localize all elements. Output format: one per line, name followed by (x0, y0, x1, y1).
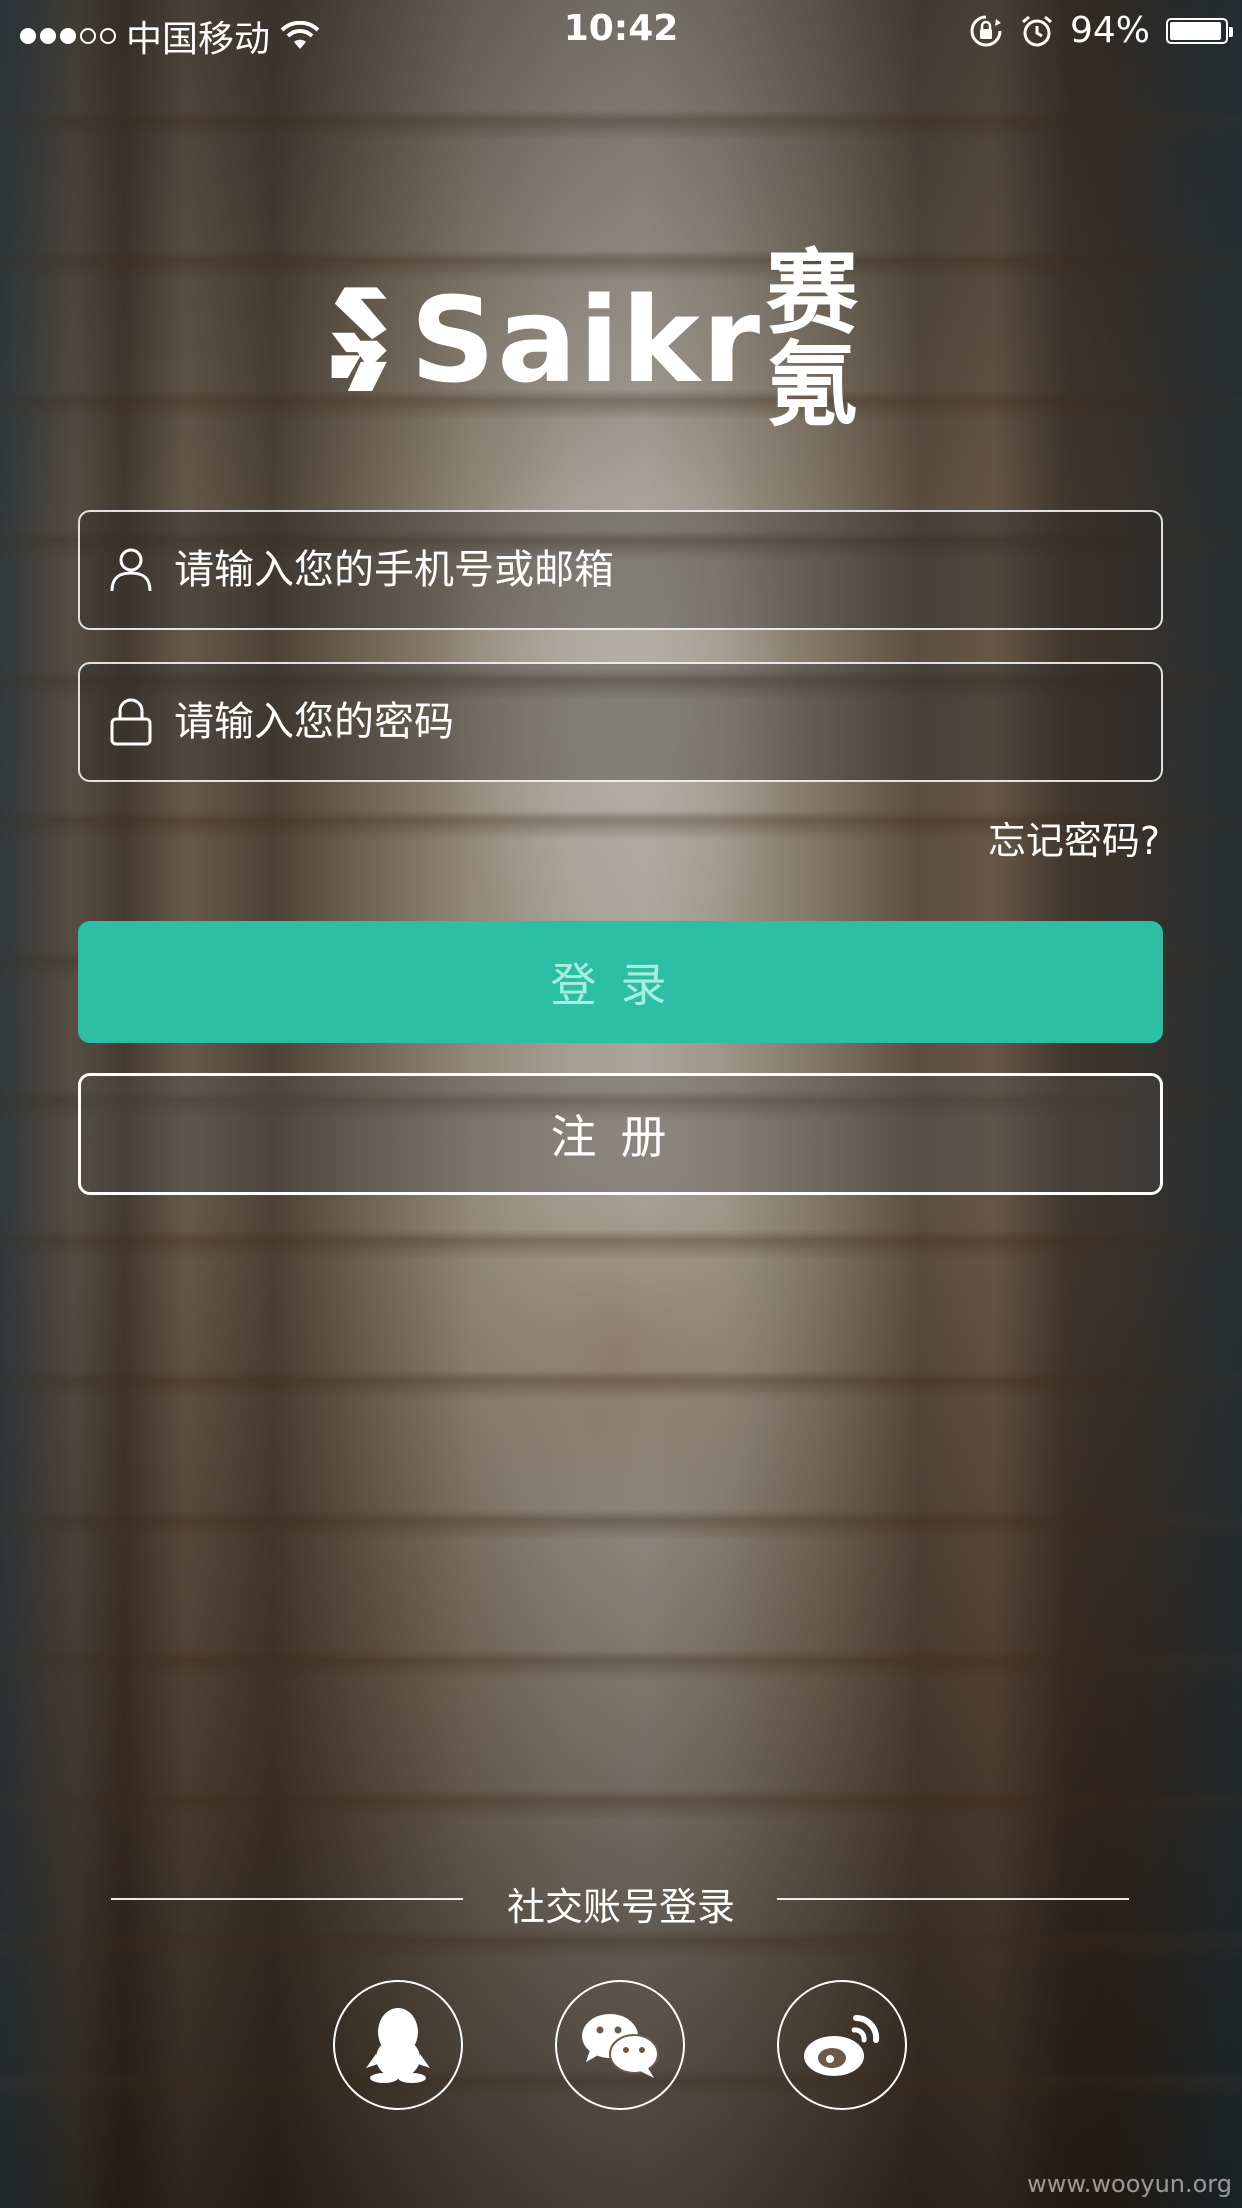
social-login-header: 社交账号登录 (0, 1870, 1242, 1930)
forgot-password-link[interactable]: 忘记密码? (988, 810, 1160, 865)
brand-logo: Saikr 赛氪 (330, 247, 915, 431)
qq-login-button[interactable] (333, 1980, 463, 2110)
password-field[interactable] (78, 662, 1163, 782)
brand-name-cn: 赛氪 (766, 239, 859, 439)
lock-icon (110, 698, 152, 746)
account-field[interactable] (78, 510, 1163, 630)
watermark-text: www.wooyun.org (1027, 2170, 1232, 2198)
brand-name: Saikr (410, 270, 763, 409)
status-bar: 中国移动 10:42 94% (0, 0, 1242, 62)
login-button-label: 登录 (550, 958, 691, 1012)
alarm-icon (1022, 15, 1052, 46)
user-icon (110, 548, 152, 592)
register-button-label: 注册 (550, 1110, 691, 1164)
rotation-lock-icon (970, 15, 1002, 46)
password-input[interactable] (172, 663, 1161, 781)
weibo-icon (804, 2014, 880, 2076)
wechat-login-button[interactable] (555, 1980, 685, 2110)
social-login-title: 社交账号登录 (506, 1885, 735, 1929)
wechat-icon (582, 2014, 659, 2078)
battery-icon (1166, 17, 1233, 44)
account-input[interactable] (172, 511, 1161, 629)
battery-level (1170, 21, 1221, 40)
login-button[interactable]: 登录 (78, 921, 1163, 1043)
qq-icon (366, 2008, 430, 2083)
register-button[interactable]: 注册 (78, 1073, 1163, 1195)
saikr-logo-mark-icon (331, 286, 387, 391)
divider-right (777, 1898, 1129, 1900)
weibo-login-button[interactable] (777, 1980, 907, 2110)
status-bar-right: 94% (968, 10, 1233, 51)
battery-percent: 94% (1069, 10, 1150, 51)
